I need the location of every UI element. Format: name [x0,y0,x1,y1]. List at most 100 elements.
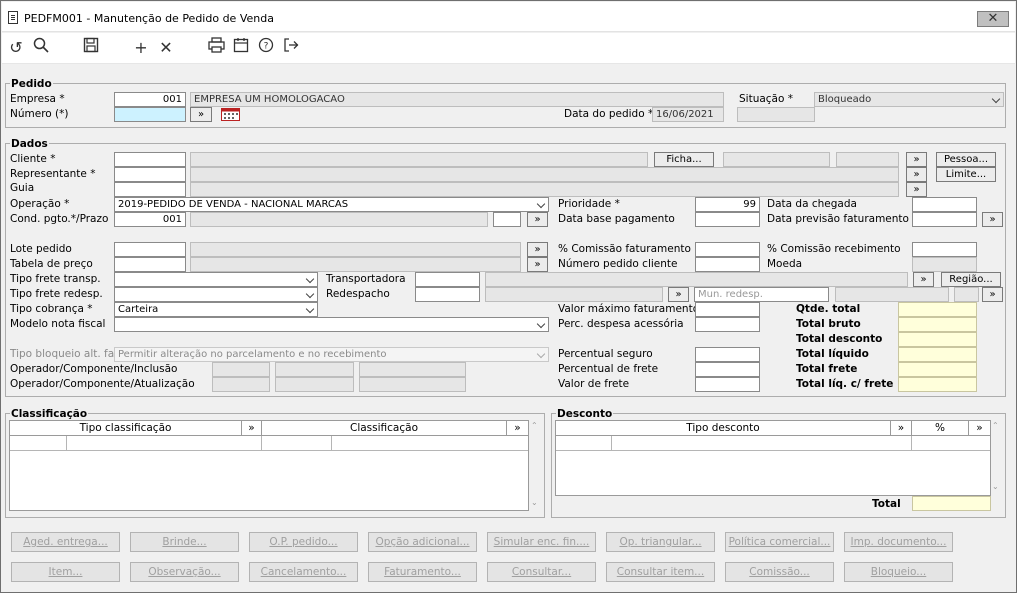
comissao-rec-input[interactable] [912,242,977,257]
op-triangular-button[interactable]: Op. triangular... [606,532,715,552]
opcao-adicional-button[interactable]: Opção adicional... [368,532,477,552]
table-cell[interactable] [556,436,612,451]
data-previsao-more-button[interactable]: » [982,212,1003,227]
tabela-preco-input[interactable] [114,257,186,272]
table-cell[interactable] [612,436,912,451]
prioridade-label: Prioridade * [558,198,620,210]
situacao-select[interactable]: Bloqueado [814,92,1004,107]
table-cell[interactable] [10,436,67,451]
prioridade-input[interactable]: 99 [695,197,760,212]
add-icon[interactable]: + [130,37,152,59]
tipo-cobranca-select[interactable]: Carteira [114,302,318,317]
col-tipo-desconto[interactable]: Tipo desconto [556,421,891,436]
perc-despesa-input[interactable] [695,317,760,332]
tabela-more-button[interactable]: » [527,257,548,272]
numero-pedido-cliente-input[interactable] [695,257,760,272]
col-percentual[interactable]: % [912,421,969,436]
tipo-frete-redesp-select[interactable] [114,287,318,302]
col-classificacao[interactable]: Classificação [262,421,507,436]
col-tipo-classificacao[interactable]: Tipo classificação [10,421,242,436]
table-cell[interactable] [67,436,262,451]
consultar-button[interactable]: Consultar... [487,562,596,582]
comissao-fat-label: % Comissão faturamento [558,243,691,255]
scroll-up-icon[interactable]: ⌃ [531,421,540,430]
exit-icon[interactable] [280,37,302,59]
pessoa-button[interactable]: Pessoa... [936,152,996,167]
data-previsao-input[interactable] [912,212,977,227]
imp-documento-button[interactable]: Imp. documento... [844,532,953,552]
search-icon[interactable] [30,37,52,59]
scroll-up-icon[interactable]: ⌃ [992,421,1001,430]
close-button[interactable]: ✕ [977,11,1009,27]
cliente-more-button[interactable]: » [906,152,927,167]
pedido-group-title: Pedido [10,78,53,91]
numero-lookup-button[interactable]: » [190,107,212,122]
tipo-frete-select[interactable] [114,272,318,287]
prazo-input[interactable] [493,212,521,227]
data-base-input[interactable] [695,212,760,227]
ficha-button[interactable]: Ficha... [654,152,714,167]
tipo-desconto-more-button[interactable]: » [891,421,912,436]
comissao-fat-input[interactable] [695,242,760,257]
politica-comercial-button[interactable]: Política comercial... [725,532,834,552]
scroll-down-icon[interactable]: ⌄ [992,482,1001,491]
classificacao-table[interactable]: Tipo classificação » Classificação » [9,420,529,511]
valor-max-input[interactable] [695,302,760,317]
cancelamento-button[interactable]: Cancelamento... [249,562,358,582]
tipo-classificacao-more-button[interactable]: » [242,421,262,436]
delete-icon[interactable]: ✕ [155,37,177,59]
observacao-button[interactable]: Observação... [130,562,239,582]
modelo-nf-select[interactable] [114,317,549,332]
cliente-code-input[interactable] [114,152,186,167]
consultar-item-button[interactable]: Consultar item... [606,562,715,582]
table-cell[interactable] [262,436,332,451]
classificacao-more-button[interactable]: » [507,421,528,436]
representante-more-button[interactable]: » [906,167,927,182]
undo-icon[interactable]: ↺ [5,37,27,59]
calendar-icon[interactable] [230,37,252,59]
save-icon[interactable] [80,37,102,59]
regiao-button[interactable]: Região... [941,272,1001,287]
help-icon[interactable]: ? [255,37,277,59]
print-icon[interactable] [205,37,227,59]
redespacho-input[interactable] [415,287,480,302]
empresa-code-input[interactable]: 001 [114,92,186,107]
table-cell[interactable] [912,436,990,451]
aged-entrega-button[interactable]: Aged. entrega... [11,532,120,552]
item-button[interactable]: Item... [11,562,120,582]
lote-pedido-input[interactable] [114,242,186,257]
bloqueio-button[interactable]: Bloqueio... [844,562,953,582]
redespacho-more-button[interactable]: » [668,287,689,302]
cond-pgto-input[interactable]: 001 [114,212,186,227]
faturamento-button[interactable]: Faturamento... [368,562,477,582]
representante-code-input[interactable] [114,167,186,182]
limite-button[interactable]: Limite... [936,167,996,182]
transportadora-more-button[interactable]: » [913,272,934,287]
perc-seguro-input[interactable] [695,347,760,362]
guia-more-button[interactable]: » [906,182,927,197]
brinde-button[interactable]: Brinde... [130,532,239,552]
guia-code-input[interactable] [114,182,186,197]
op-pedido-button[interactable]: O.P. pedido... [249,532,358,552]
calendar-icon[interactable] [221,108,240,121]
data-pedido-label: Data do pedido * [564,108,654,120]
operacao-select[interactable]: 2019-PEDIDO DE VENDA - NACIONAL MARCAS [114,197,549,212]
lote-more-button[interactable]: » [527,242,548,257]
table-cell[interactable] [332,436,528,451]
scroll-down-icon[interactable]: ⌄ [531,498,540,507]
qtde-total-field [898,302,977,317]
desconto-more-button[interactable]: » [969,421,990,436]
simular-enc-fin-button[interactable]: Simular enc. fin.... [487,532,596,552]
valor-frete-input[interactable] [695,377,760,392]
perc-frete-input[interactable] [695,362,760,377]
cond-pgto-more-button[interactable]: » [527,212,548,227]
data-chegada-input[interactable] [912,197,977,212]
tipo-cobranca-label: Tipo cobrança * [10,303,93,315]
perc-seguro-label: Percentual seguro [558,348,653,360]
numero-input[interactable] [114,107,186,122]
transportadora-input[interactable] [415,272,480,287]
desconto-table[interactable]: Tipo desconto » % » [555,420,991,496]
mun-redesp-input[interactable]: Mun. redesp. [694,287,829,302]
mun-redesp-more-button[interactable]: » [982,287,1003,302]
comissao-button[interactable]: Comissão... [725,562,834,582]
